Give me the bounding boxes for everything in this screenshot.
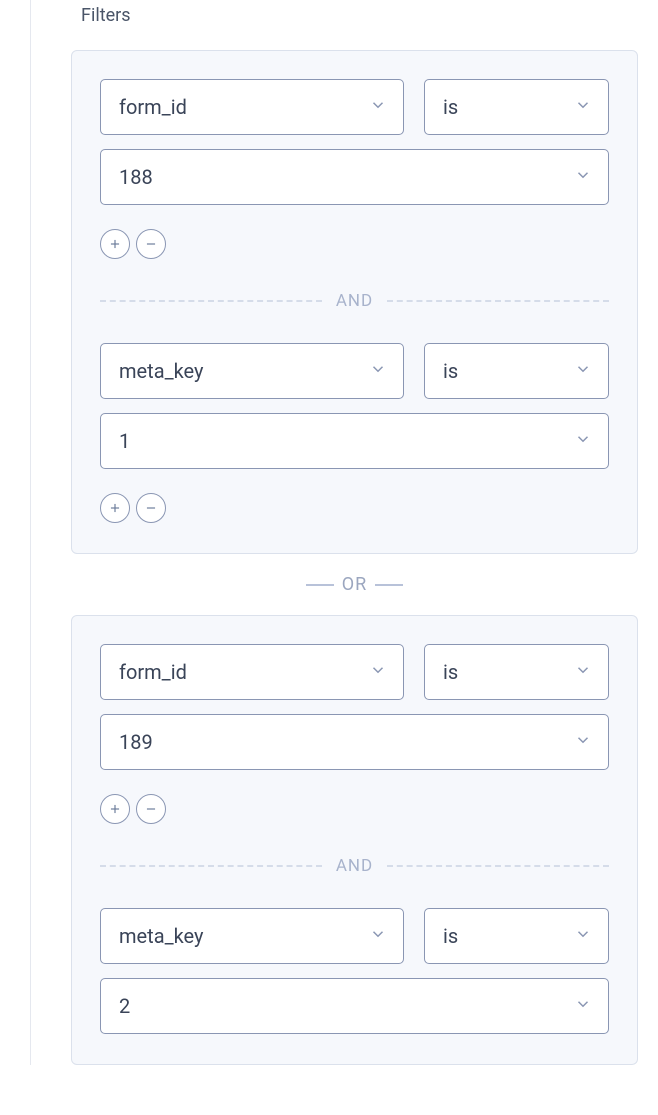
and-label: AND	[322, 291, 387, 311]
chevron-down-icon	[369, 660, 387, 684]
and-label: AND	[322, 856, 387, 876]
dash-icon	[306, 584, 334, 586]
filter-group: form_id is 188	[71, 50, 638, 554]
filter-group: form_id is 189	[71, 615, 638, 1065]
chevron-down-icon	[574, 660, 592, 684]
value-select[interactable]: 1	[100, 413, 609, 469]
field-select-value: form_id	[119, 95, 187, 119]
or-label: OR	[342, 574, 367, 595]
chevron-down-icon	[574, 924, 592, 948]
chevron-down-icon	[369, 924, 387, 948]
chevron-down-icon	[574, 730, 592, 754]
value-select-value: 189	[119, 730, 153, 754]
chevron-down-icon	[574, 359, 592, 383]
and-divider: AND	[100, 856, 609, 876]
filters-heading: Filters	[71, 5, 638, 26]
value-select-value: 2	[119, 994, 130, 1018]
operator-select[interactable]: is	[424, 908, 609, 964]
add-condition-button[interactable]	[100, 794, 130, 824]
field-select[interactable]: form_id	[100, 644, 404, 700]
field-select-value: form_id	[119, 660, 187, 684]
operator-select-value: is	[443, 924, 458, 948]
filter-condition: meta_key is 2	[100, 908, 609, 1034]
operator-select-value: is	[443, 95, 458, 119]
remove-condition-button[interactable]	[136, 794, 166, 824]
field-select[interactable]: meta_key	[100, 343, 404, 399]
remove-condition-button[interactable]	[136, 229, 166, 259]
value-select-value: 1	[119, 429, 130, 453]
filter-condition: form_id is 188	[100, 79, 609, 259]
value-select[interactable]: 188	[100, 149, 609, 205]
operator-select[interactable]: is	[424, 79, 609, 135]
field-select-value: meta_key	[119, 924, 203, 948]
filter-condition: meta_key is 1	[100, 343, 609, 523]
value-select[interactable]: 189	[100, 714, 609, 770]
chevron-down-icon	[574, 429, 592, 453]
chevron-down-icon	[369, 359, 387, 383]
field-select[interactable]: meta_key	[100, 908, 404, 964]
and-divider: AND	[100, 291, 609, 311]
field-select-value: meta_key	[119, 359, 203, 383]
remove-condition-button[interactable]	[136, 493, 166, 523]
value-select-value: 188	[119, 165, 153, 189]
operator-select-value: is	[443, 660, 458, 684]
chevron-down-icon	[574, 165, 592, 189]
or-divider: OR	[71, 574, 638, 595]
field-select[interactable]: form_id	[100, 79, 404, 135]
operator-select-value: is	[443, 359, 458, 383]
value-select[interactable]: 2	[100, 978, 609, 1034]
chevron-down-icon	[574, 994, 592, 1018]
add-condition-button[interactable]	[100, 229, 130, 259]
chevron-down-icon	[574, 95, 592, 119]
filter-condition: form_id is 189	[100, 644, 609, 824]
dash-icon	[375, 584, 403, 586]
operator-select[interactable]: is	[424, 343, 609, 399]
operator-select[interactable]: is	[424, 644, 609, 700]
add-condition-button[interactable]	[100, 493, 130, 523]
chevron-down-icon	[369, 95, 387, 119]
